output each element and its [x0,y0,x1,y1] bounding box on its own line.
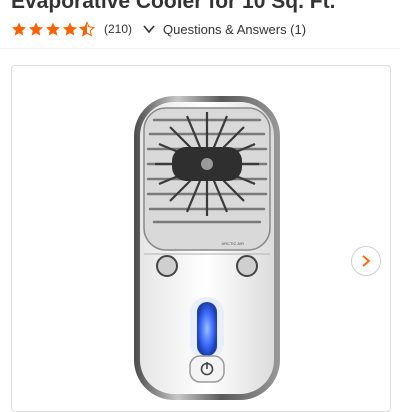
chevron-down-icon[interactable] [142,22,156,36]
chevron-right-icon [362,255,371,267]
questions-answers-link[interactable]: Questions & Answers (1) [163,22,306,37]
divider [0,48,400,49]
product-image-card: ARCTIC AIR [11,65,391,412]
review-count[interactable]: (210) [104,22,132,36]
rating-row[interactable]: (210) Questions & Answers (1) [11,19,306,39]
next-image-button[interactable] [351,246,381,276]
product-image[interactable]: ARCTIC AIR [132,94,282,404]
star-half-icon [79,21,95,37]
star-icon [12,22,26,36]
star-icon [63,22,77,36]
star-icon [46,22,60,36]
product-title: Evaporative Cooler for 10 Sq. Ft. [11,0,336,13]
star-rating[interactable] [11,21,96,37]
star-icon [29,22,43,36]
svg-text:ARCTIC AIR: ARCTIC AIR [222,241,245,246]
